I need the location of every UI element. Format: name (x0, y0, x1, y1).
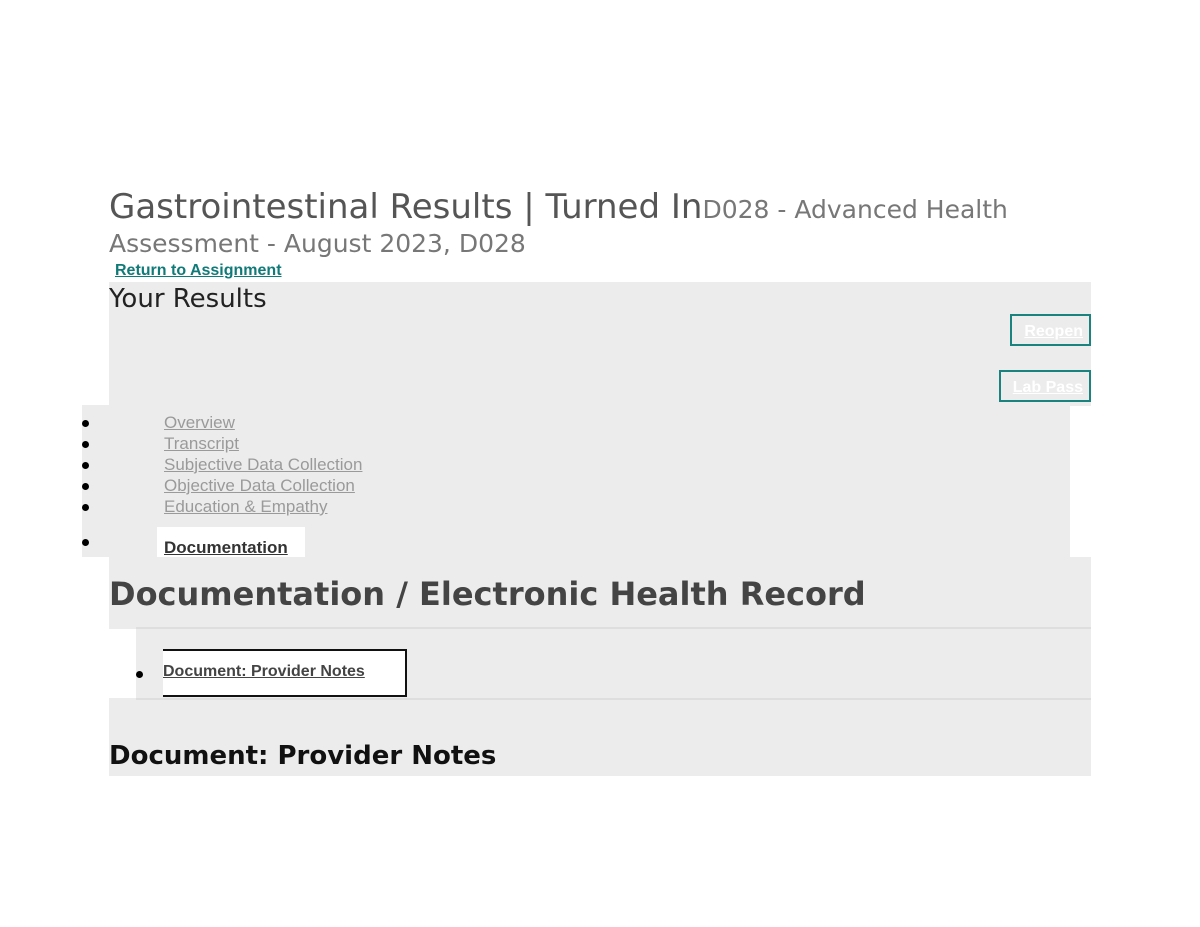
documentation-section: Documentation / Electronic Health Record… (109, 557, 1091, 776)
nav-item-overview[interactable]: Overview (82, 412, 1070, 433)
document-tabs: Document: Provider Notes (109, 627, 1091, 700)
nav-item-subjective-data[interactable]: Subjective Data Collection (82, 454, 1070, 475)
documentation-heading: Documentation / Electronic Health Record (109, 575, 866, 613)
bullet-icon (82, 539, 89, 546)
nav-link-subjective-data[interactable]: Subjective Data Collection (164, 454, 362, 476)
tab-provider-notes[interactable]: Document: Provider Notes (163, 649, 407, 697)
nav-link-education-empathy[interactable]: Education & Empathy (164, 496, 327, 518)
lab-pass-button[interactable]: Lab Pass (998, 370, 1091, 402)
nav-link-overview[interactable]: Overview (164, 412, 235, 434)
nav-item-documentation[interactable]: Documentation (82, 517, 1070, 565)
tab-provider-notes-link[interactable]: Document: Provider Notes (163, 663, 365, 681)
nav-item-objective-data[interactable]: Objective Data Collection (82, 475, 1070, 496)
nav-link-transcript[interactable]: Transcript (164, 433, 239, 455)
section-title: Document: Provider Notes (109, 741, 497, 771)
results-title: Your Results (109, 284, 267, 314)
return-to-assignment-link[interactable]: Return to Assignment (115, 262, 282, 280)
divider (109, 629, 136, 698)
bullet-icon (136, 671, 143, 678)
bullet-icon (82, 441, 89, 448)
results-nav: Overview Transcript Subjective Data Coll… (82, 405, 1070, 565)
nav-link-objective-data[interactable]: Objective Data Collection (164, 475, 355, 497)
results-panel: Your Results Reopen Lab Pass (109, 282, 1091, 406)
bullet-icon (82, 483, 89, 490)
nav-item-education-empathy[interactable]: Education & Empathy (82, 496, 1070, 517)
assignment-title: Gastrointestinal Results | Turned In (109, 187, 703, 227)
page-title: Gastrointestinal Results | Turned InD028… (109, 188, 1099, 259)
course-name-line1: D028 - Advanced Health (702, 195, 1008, 224)
course-name-line2: Assessment - August 2023, D028 (109, 229, 526, 258)
bullet-icon (82, 462, 89, 469)
reopen-button[interactable]: Reopen (1010, 314, 1091, 346)
bullet-icon (82, 504, 89, 511)
bullet-icon (82, 420, 89, 427)
nav-item-transcript[interactable]: Transcript (82, 433, 1070, 454)
